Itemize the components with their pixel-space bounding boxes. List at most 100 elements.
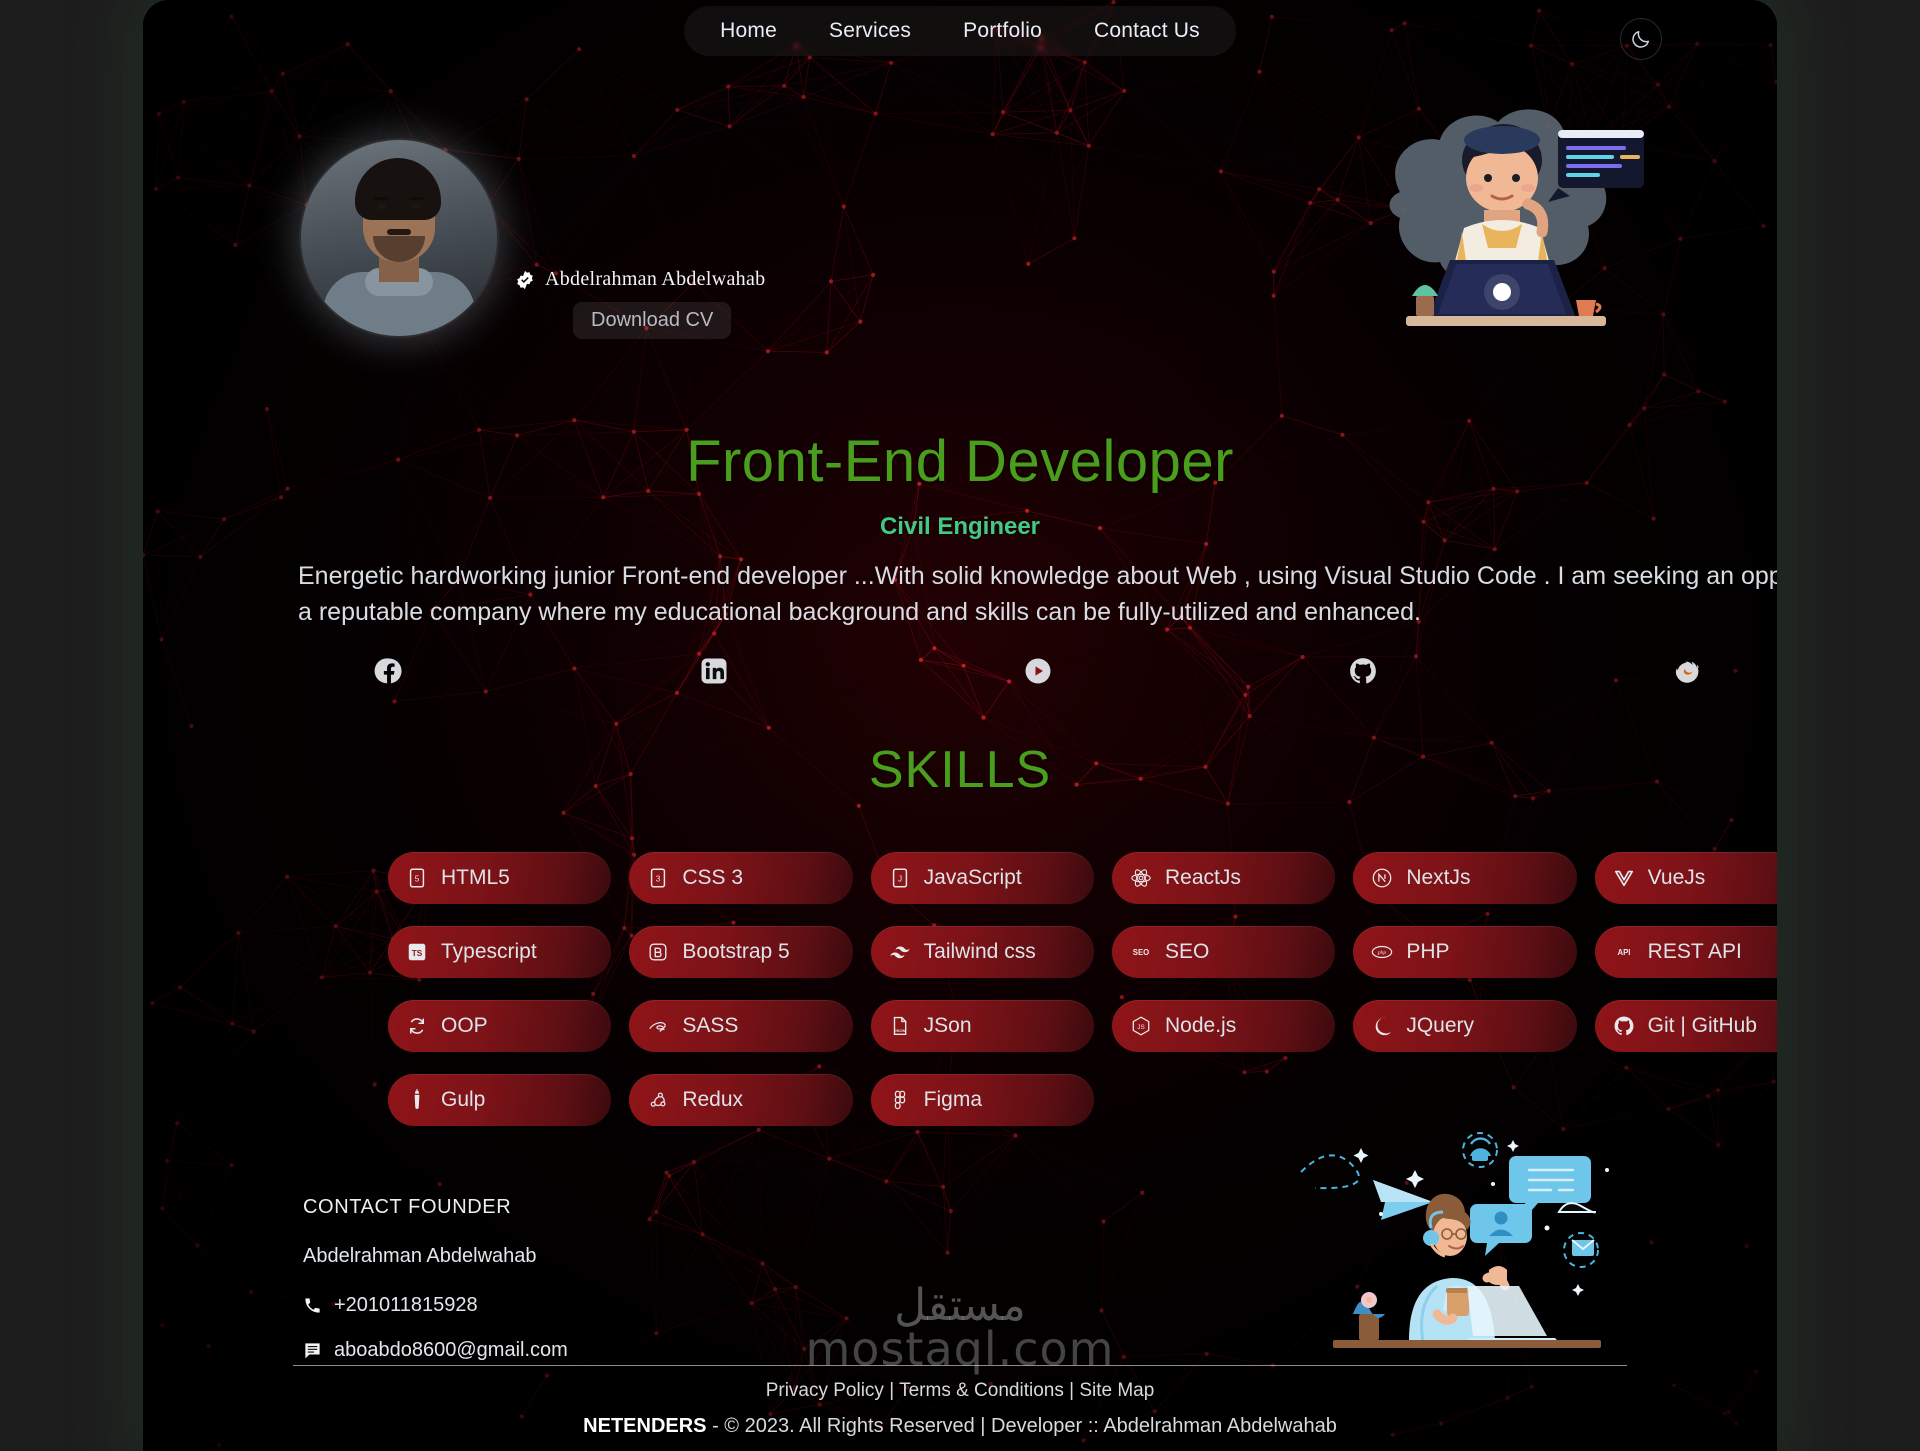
skill-chip-git-github[interactable]: Git | GitHub — [1594, 1000, 1777, 1052]
contact-phone: +201011815928 — [334, 1294, 478, 1316]
footer-brand: NETENDERS — [583, 1415, 707, 1437]
facebook-icon[interactable] — [373, 655, 405, 687]
profile-name-line: Abdelrahman Abdelwahab — [515, 268, 765, 291]
seo-icon: SEO — [1130, 941, 1152, 963]
typescript-icon: TS — [406, 941, 428, 963]
oop-icon — [406, 1015, 428, 1037]
skill-chip-label: JavaScript — [923, 866, 1022, 889]
site-frame: Home Services Portfolio Contact Us Abdel… — [143, 0, 1777, 1451]
linkedin-icon[interactable] — [698, 655, 730, 687]
nav-item-portfolio[interactable]: Portfolio — [937, 12, 1068, 50]
skill-chip-label: Gulp — [441, 1088, 486, 1111]
nav-item-contact-us[interactable]: Contact Us — [1068, 12, 1226, 50]
avatar — [301, 140, 497, 336]
profile-name: Abdelrahman Abdelwahab — [545, 268, 766, 290]
php-icon: php — [1371, 941, 1393, 963]
skill-chip-sass[interactable]: SASS — [629, 1000, 853, 1052]
footer-links: Privacy Policy | Terms & Conditions | Si… — [143, 1380, 1777, 1402]
skill-chip-label: Git | GitHub — [1647, 1014, 1757, 1037]
youtube-icon[interactable] — [1022, 655, 1054, 687]
skill-chip-label: PHP — [1406, 940, 1450, 963]
skill-chip-json[interactable]: JSON JSon — [870, 1000, 1094, 1052]
javascript-icon: J — [889, 867, 911, 889]
skill-chip-label: Tailwind css — [923, 940, 1036, 963]
nextjs-icon — [1371, 867, 1393, 889]
github-icon[interactable] — [1347, 655, 1379, 687]
svg-text:JS: JS — [1137, 1024, 1144, 1031]
skill-chip-label: JQuery — [1406, 1014, 1475, 1037]
skill-chip-label: Figma — [923, 1088, 983, 1111]
css3-icon: 3 — [647, 867, 669, 889]
skill-chip-vuejs[interactable]: VueJs — [1594, 852, 1777, 904]
footer-link-site-map[interactable]: Site Map — [1079, 1380, 1154, 1401]
contact-email: aboabdo8600@gmail.com — [334, 1339, 568, 1361]
svg-text:API: API — [1617, 948, 1630, 957]
support-agent-chat-illustration — [1297, 1128, 1637, 1353]
moon-icon[interactable] — [1620, 18, 1662, 60]
footer-divider — [293, 1365, 1627, 1366]
redux-icon — [647, 1089, 669, 1111]
svg-text:php: php — [1377, 950, 1387, 956]
phone-icon — [305, 1298, 320, 1313]
skill-chip-jquery[interactable]: JQuery — [1353, 1000, 1577, 1052]
skill-chip-label: Bootstrap 5 — [682, 940, 790, 963]
footer-link-privacy-policy[interactable]: Privacy Policy — [766, 1380, 884, 1401]
nav-item-home[interactable]: Home — [694, 12, 803, 50]
svg-text:5: 5 — [415, 875, 420, 884]
skill-chip-gulp[interactable]: Gulp — [388, 1074, 612, 1126]
figma-icon — [889, 1089, 911, 1111]
skill-chip-typescript[interactable]: TS Typescript — [388, 926, 612, 978]
skill-chip-label: ReactJs — [1164, 866, 1241, 889]
skill-chip-label: NextJs — [1406, 866, 1471, 889]
page-root: Home Services Portfolio Contact Us Abdel… — [0, 0, 1920, 1451]
sass-icon — [647, 1015, 669, 1037]
skill-chip-label: OOP — [441, 1014, 488, 1037]
contact-phone-row[interactable]: +201011815928 — [303, 1294, 568, 1317]
skills-title: SKILLS — [868, 741, 1052, 799]
skill-chip-label: Node.js — [1164, 1014, 1237, 1037]
verified-badge-icon — [517, 270, 533, 289]
contact-founder-block: CONTACT FOUNDER Abdelrahman Abdelwahab +… — [303, 1196, 568, 1384]
download-cv-button[interactable]: Download CV — [573, 302, 732, 339]
skill-chip-node-js[interactable]: JS Node.js — [1111, 1000, 1336, 1052]
page-title: Front-End Developer — [686, 429, 1234, 494]
nodejs-icon: JS — [1130, 1015, 1152, 1037]
nav-item-services[interactable]: Services — [803, 12, 937, 50]
main-navigation[interactable]: Home Services Portfolio Contact Us — [684, 6, 1236, 56]
skill-chip-bootstrap-5[interactable]: Bootstrap 5 — [629, 926, 853, 978]
github-icon — [1613, 1015, 1635, 1037]
skill-chip-label: SEO — [1164, 940, 1210, 963]
react-icon — [1130, 867, 1152, 889]
skill-chip-label: Redux — [682, 1088, 744, 1111]
skill-chip-redux[interactable]: Redux — [629, 1074, 853, 1126]
json-icon: JSON — [889, 1015, 911, 1037]
skill-chip-css-3[interactable]: 3 CSS 3 — [629, 852, 853, 904]
firefox-icon[interactable] — [1671, 655, 1703, 687]
svg-text:3: 3 — [656, 875, 661, 884]
skill-chip-label: REST API — [1647, 940, 1742, 963]
gulp-icon — [406, 1089, 428, 1111]
tailwind-icon — [889, 941, 911, 963]
skill-chip-label: VueJs — [1647, 866, 1706, 889]
svg-text:J: J — [898, 875, 902, 884]
footer-link-terms[interactable]: Terms & Conditions — [899, 1380, 1064, 1401]
skill-chip-label: HTML5 — [441, 866, 510, 889]
skill-chip-figma[interactable]: Figma — [870, 1074, 1094, 1126]
skill-chip-javascript[interactable]: J JavaScript — [870, 852, 1094, 904]
skills-grid: 5 HTML5 3 CSS 3 J JavaScript ReactJs NextJs VueJ… — [388, 852, 1777, 1126]
skill-chip-tailwind-css[interactable]: Tailwind css — [870, 926, 1094, 978]
profile-photo — [301, 140, 497, 336]
skill-chip-oop[interactable]: OOP — [388, 1000, 612, 1052]
skill-chip-php[interactable]: php PHP — [1353, 926, 1577, 978]
skill-chip-label: SASS — [682, 1014, 739, 1037]
skill-chip-html5[interactable]: 5 HTML5 — [388, 852, 612, 904]
skill-chip-reactjs[interactable]: ReactJs — [1111, 852, 1336, 904]
contact-email-row[interactable]: aboabdo8600@gmail.com — [303, 1339, 568, 1362]
skill-chip-label: CSS 3 — [682, 866, 744, 889]
skill-chip-rest-api[interactable]: API REST API — [1594, 926, 1777, 978]
svg-text:JSON: JSON — [894, 1028, 905, 1033]
about-text: Energetic hardworking junior Front-end d… — [298, 562, 1777, 627]
footer-copyright: NETENDERS - © 2023. All Rights Reserved … — [143, 1415, 1777, 1438]
skill-chip-nextjs[interactable]: NextJs — [1353, 852, 1577, 904]
skill-chip-seo[interactable]: SEO SEO — [1111, 926, 1336, 978]
